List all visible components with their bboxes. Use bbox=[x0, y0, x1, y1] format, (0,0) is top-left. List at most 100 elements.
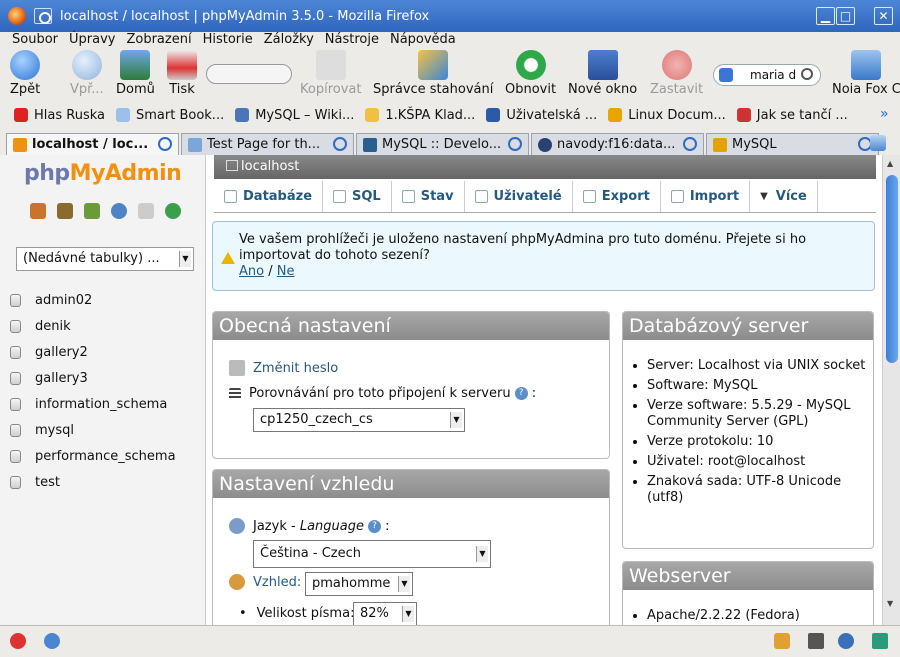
menu-help[interactable]: Nápověda bbox=[390, 32, 456, 47]
pma-favicon bbox=[13, 137, 27, 152]
tab-navody[interactable]: navody:f16:data... bbox=[531, 133, 704, 155]
logout-icon[interactable] bbox=[57, 203, 73, 219]
tab-users[interactable]: Uživatelé bbox=[465, 181, 573, 212]
tab-mysql-developer[interactable]: MySQL :: Develo... bbox=[356, 133, 529, 155]
menu-view[interactable]: Zobrazení bbox=[126, 32, 191, 47]
refresh-icon[interactable] bbox=[165, 203, 181, 219]
tab-close-icon[interactable] bbox=[508, 137, 522, 151]
bookmark-item[interactable]: MySQL – Wiki... bbox=[235, 108, 354, 123]
database-item[interactable]: denik bbox=[10, 313, 176, 339]
pdf-icon[interactable] bbox=[808, 633, 824, 649]
stop-button[interactable]: Zastavit bbox=[650, 50, 703, 97]
database-item[interactable]: performance_schema bbox=[10, 443, 176, 469]
tab-export[interactable]: Export bbox=[573, 181, 661, 212]
print-button[interactable]: Tisk bbox=[167, 50, 197, 97]
window-menu-icon[interactable] bbox=[34, 8, 52, 24]
forward-button[interactable]: Vpř... bbox=[70, 50, 104, 97]
noia-fox-button[interactable]: Noia Fox C bbox=[832, 50, 900, 97]
change-password-row: Změnit heslo bbox=[229, 360, 338, 376]
yes-link[interactable]: Ano bbox=[239, 264, 264, 279]
tab-close-icon[interactable] bbox=[158, 137, 172, 151]
menu-tools[interactable]: Nástroje bbox=[325, 32, 379, 47]
bookmarks-overflow-icon[interactable]: » bbox=[880, 106, 889, 122]
query-window-icon[interactable] bbox=[84, 203, 100, 219]
bookmark-item[interactable]: Linux Docum... bbox=[608, 108, 726, 123]
copy-icon bbox=[315, 50, 346, 80]
maximize-button[interactable]: □ bbox=[836, 7, 855, 25]
addon-icon[interactable] bbox=[774, 633, 790, 649]
bookmark-item[interactable]: Jak se tančí ... bbox=[736, 108, 848, 123]
menu-history[interactable]: Historie bbox=[203, 32, 253, 47]
close-button[interactable]: ✕ bbox=[874, 7, 893, 25]
status-extension-icon[interactable] bbox=[872, 633, 888, 649]
copy-button[interactable]: Kopírovat bbox=[300, 50, 361, 97]
bookmark-item[interactable]: Hlas Ruska bbox=[14, 108, 105, 123]
database-item[interactable]: admin02 bbox=[10, 287, 176, 313]
database-item[interactable]: gallery3 bbox=[10, 365, 176, 391]
tab-import[interactable]: Import bbox=[661, 181, 751, 212]
tab-status[interactable]: Stav bbox=[392, 181, 465, 212]
new-tab-icon[interactable] bbox=[870, 135, 886, 151]
no-link[interactable]: Ne bbox=[277, 264, 295, 279]
bookmark-item[interactable]: 1.KŠPA Klad... bbox=[365, 108, 475, 123]
new-window-button[interactable]: Nové okno bbox=[568, 50, 637, 97]
breadcrumb-server[interactable]: localhost bbox=[241, 159, 299, 174]
language-select[interactable]: Čeština - Czech ▼ bbox=[253, 540, 491, 568]
pencil-icon bbox=[229, 360, 245, 376]
palette-icon bbox=[229, 574, 245, 590]
collation-row: Porovnávání pro toto připojení k serveru… bbox=[229, 386, 536, 401]
panel-title: Databázový server bbox=[623, 312, 873, 340]
help-icon[interactable] bbox=[111, 203, 127, 219]
menu-file[interactable]: Soubor bbox=[12, 32, 58, 47]
database-item[interactable]: information_schema bbox=[10, 391, 176, 417]
menu-edit[interactable]: Úpravy bbox=[69, 32, 115, 47]
magnifier-icon[interactable] bbox=[801, 68, 813, 80]
theme-link[interactable]: Vzhled: bbox=[253, 575, 301, 590]
minimize-button[interactable]: ▁ bbox=[816, 7, 835, 25]
home-button[interactable]: Domů bbox=[116, 50, 155, 97]
tab-mysql[interactable]: MySQL bbox=[706, 133, 879, 155]
scroll-up-icon[interactable]: ▲ bbox=[887, 159, 893, 168]
change-password-link[interactable]: Změnit heslo bbox=[253, 361, 338, 376]
tab-close-icon[interactable] bbox=[333, 137, 347, 151]
tab-databases[interactable]: Databáze bbox=[214, 181, 324, 212]
adblock-icon[interactable] bbox=[10, 633, 26, 649]
appearance-settings-panel: Nastavení vzhledu Jazyk - Language ? : Č… bbox=[212, 469, 610, 625]
back-button[interactable]: Zpět bbox=[10, 50, 40, 97]
theme-select[interactable]: pmahomme ▼ bbox=[305, 572, 413, 596]
bookmark-item[interactable]: Uživatelská ... bbox=[486, 108, 597, 123]
scrollbar-thumb[interactable] bbox=[886, 175, 898, 363]
pma-logo[interactable]: phpMyAdmin bbox=[24, 161, 182, 186]
database-item[interactable]: mysql bbox=[10, 417, 176, 443]
language-row: Jazyk - Language ? : bbox=[229, 518, 390, 534]
help-icon[interactable]: ? bbox=[367, 519, 381, 533]
server-icon bbox=[226, 160, 238, 171]
downloads-button[interactable]: Správce stahování bbox=[373, 50, 493, 97]
tab-close-icon[interactable] bbox=[683, 137, 697, 151]
reload-button[interactable]: Obnovit bbox=[505, 50, 556, 97]
database-item[interactable]: test bbox=[10, 469, 176, 495]
zoom-widget[interactable] bbox=[206, 64, 292, 84]
google-search-icon[interactable] bbox=[719, 68, 733, 82]
tab-sql[interactable]: SQL bbox=[323, 181, 392, 212]
help-icon[interactable]: ? bbox=[514, 387, 528, 400]
database-item[interactable]: gallery2 bbox=[10, 339, 176, 365]
scroll-down-icon[interactable]: ▼ bbox=[887, 599, 893, 608]
menu-bookmarks[interactable]: Záložky bbox=[264, 32, 314, 47]
home-icon[interactable] bbox=[30, 203, 46, 219]
server-info-item: Software: MySQL bbox=[647, 378, 871, 394]
collation-select[interactable]: cp1250_czech_cs ▼ bbox=[253, 408, 465, 432]
firebug-icon[interactable] bbox=[838, 633, 854, 649]
settings-import-notice: Ve vašem prohlížeči je uloženo nastavení… bbox=[212, 221, 875, 291]
panel-title: Nastavení vzhledu bbox=[213, 470, 609, 498]
tab-more[interactable]: ▼ Více bbox=[750, 181, 818, 212]
docs-icon[interactable] bbox=[138, 203, 154, 219]
database-icon bbox=[10, 293, 21, 307]
fontsize-select[interactable]: 82% ▼ bbox=[353, 602, 417, 625]
tab-test-page[interactable]: Test Page for th... bbox=[181, 133, 354, 155]
recent-tables-select[interactable]: (Nedávné tabulky) ... ▼ bbox=[16, 247, 194, 271]
language-icon bbox=[229, 518, 245, 534]
tab-localhost[interactable]: localhost / loc... bbox=[6, 133, 179, 155]
bookmark-item[interactable]: Smart Book... bbox=[116, 108, 224, 123]
vertical-scrollbar[interactable]: ▲ ▼ bbox=[882, 155, 900, 625]
